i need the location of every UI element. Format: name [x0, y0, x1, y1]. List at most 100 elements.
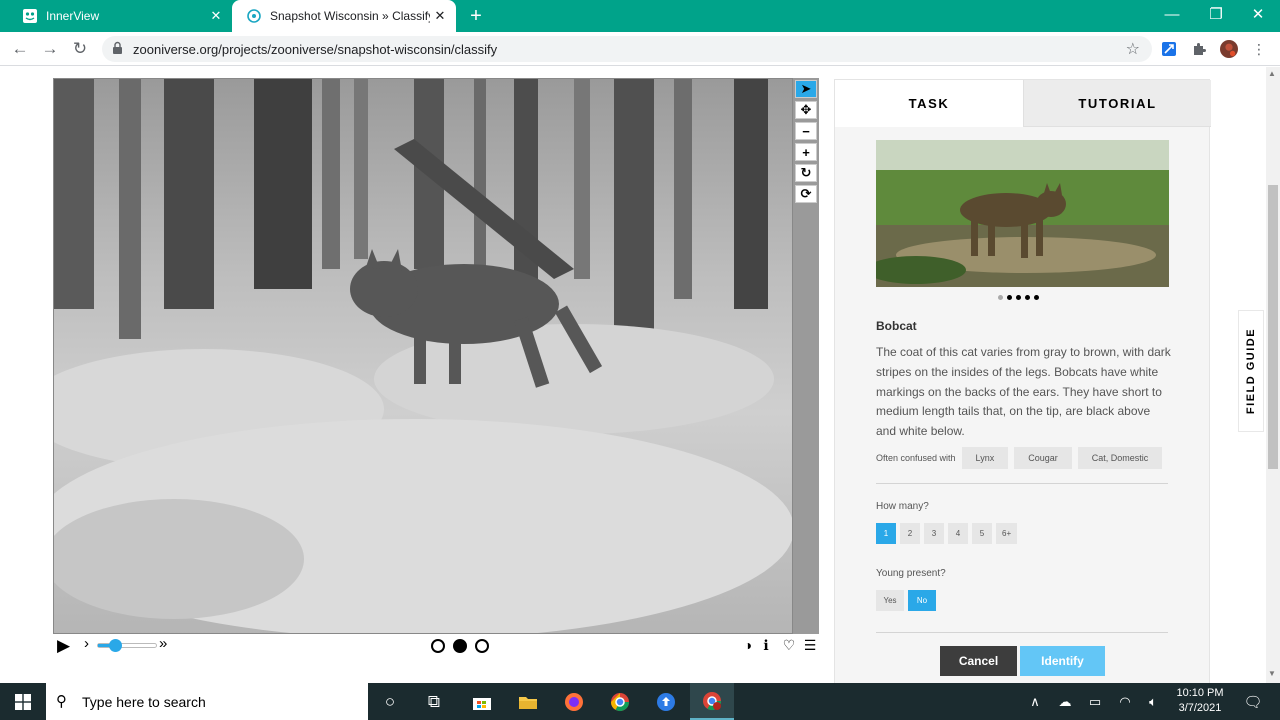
playback-speed-slider[interactable] [97, 639, 157, 652]
battery-icon[interactable]: ▭ [1082, 683, 1108, 720]
tab-tutorial[interactable]: TUTORIAL [1023, 80, 1211, 127]
animal-description: The coat of this cat varies from gray to… [876, 345, 1171, 439]
close-tab-icon[interactable]: ✕ [206, 6, 226, 26]
gallery-dot-4[interactable] [1025, 295, 1030, 300]
young-present-label: Young present? [876, 568, 946, 579]
slider-knob[interactable] [109, 639, 123, 652]
close-tab-icon[interactable]: ✕ [430, 6, 450, 26]
scroll-down-icon[interactable]: ▼ [1268, 669, 1276, 678]
young-no-option[interactable]: No [908, 590, 936, 611]
gallery-dots [998, 295, 1039, 303]
cancel-button[interactable]: Cancel [940, 646, 1017, 676]
collections-list-icon[interactable]: ☰ [801, 637, 819, 654]
forward-arrow-icon[interactable]: → [38, 37, 62, 61]
page-scrollbar[interactable]: ▲ ▼ [1266, 67, 1280, 683]
volume-icon[interactable]: 🔈︎ [1140, 683, 1166, 720]
image-toolbar: ➤ ✥ − + ↻ ⟳ [793, 78, 819, 634]
zoom-out-icon[interactable]: − [795, 122, 817, 140]
onedrive-cloud-icon[interactable]: ☁ [1052, 683, 1078, 720]
how-many-option-6plus[interactable]: 6+ [996, 523, 1018, 544]
identify-button[interactable]: Identify [1020, 646, 1105, 676]
windows-start-icon[interactable] [0, 683, 46, 720]
how-many-option-2[interactable]: 2 [900, 523, 920, 544]
favorite-heart-icon[interactable]: ♡ [780, 637, 798, 654]
gallery-dot-3[interactable] [1016, 295, 1021, 300]
task-view-icon[interactable]: ⧉ [412, 683, 456, 720]
playback-controls: ▶ › » ◑ ℹ ♡ ☰ [53, 634, 823, 656]
bookmark-star-icon[interactable]: ☆ [1126, 39, 1140, 59]
extensions-puzzle-icon[interactable] [1190, 40, 1208, 58]
how-many-choices: 1 2 3 4 5 6+ [876, 523, 1018, 544]
gallery-dot-2[interactable] [1007, 295, 1012, 300]
subject-image[interactable] [53, 78, 793, 634]
show-hidden-icons-chevron-icon[interactable]: ∧ [1022, 683, 1048, 720]
animal-name: Bobcat [876, 319, 917, 333]
zoom-in-icon[interactable]: + [795, 143, 817, 161]
taskbar-clock[interactable]: 10:10 PM 3/7/2021 [1170, 686, 1230, 716]
young-present-choices: Yes No [876, 590, 936, 611]
confused-lynx-button[interactable]: Lynx [961, 447, 1009, 469]
notifications-icon[interactable]: 🗨︎ [1238, 683, 1268, 720]
confused-cougar-button[interactable]: Cougar [1014, 447, 1072, 469]
divider [876, 483, 1168, 484]
gallery-dot-1[interactable] [998, 295, 1003, 300]
slow-speed-icon[interactable]: › [84, 635, 89, 652]
play-icon[interactable]: ▶ [57, 636, 70, 656]
minimize-window-icon[interactable]: — [1150, 0, 1194, 28]
page-content: ➤ ✥ − + ↻ ⟳ ▶ › » ◑ ℹ ♡ ☰ TASK TUTORIAL [0, 67, 1280, 683]
reload-icon[interactable]: ↻ [68, 37, 92, 61]
url-field[interactable]: zooniverse.org/projects/zooniverse/snaps… [102, 36, 1152, 62]
windows-taskbar: ⚲ Type here to search ○ ⧉ ∧ ☁ ▭ ◠ 🔈︎ 10:… [0, 683, 1280, 720]
browser-tab-bar: InnerView ✕ Snapshot Wisconsin » Classif… [0, 0, 1280, 32]
frame-dot-3[interactable] [475, 639, 489, 653]
how-many-option-4[interactable]: 4 [948, 523, 968, 544]
cloud-upload-icon[interactable] [644, 683, 688, 720]
tab-snapshot-wisconsin[interactable]: Snapshot Wisconsin » Classify — ✕ [232, 0, 456, 32]
fast-speed-icon[interactable]: » [159, 635, 167, 652]
restore-window-icon[interactable]: ❐ [1194, 0, 1238, 28]
field-guide-button[interactable]: FIELD GUIDE [1238, 310, 1264, 432]
cortana-icon[interactable]: ○ [368, 683, 412, 720]
browser-menu-icon[interactable]: ⋮ [1250, 40, 1268, 58]
search-icon: ⚲ [56, 693, 67, 710]
tab-task[interactable]: TASK [835, 80, 1023, 127]
panel-tabs: TASK TUTORIAL [835, 80, 1211, 127]
clock-date: 3/7/2021 [1178, 702, 1222, 714]
how-many-option-1[interactable]: 1 [876, 523, 896, 544]
file-explorer-icon[interactable] [506, 683, 550, 720]
invert-contrast-icon[interactable]: ◑ [739, 637, 757, 653]
gallery-dot-5[interactable] [1034, 295, 1039, 300]
clock-time: 10:10 PM [1176, 687, 1224, 699]
scrollbar-thumb[interactable] [1268, 185, 1278, 469]
new-tab-button[interactable]: + [466, 6, 486, 26]
how-many-option-5[interactable]: 5 [972, 523, 992, 544]
chrome-icon[interactable] [598, 683, 642, 720]
young-yes-option[interactable]: Yes [876, 590, 904, 611]
taskbar-search-box[interactable]: ⚲ Type here to search [46, 683, 368, 720]
how-many-label: How many? [876, 501, 929, 512]
back-arrow-icon[interactable]: ← [8, 37, 32, 61]
profile-avatar[interactable] [1220, 40, 1238, 58]
wifi-icon[interactable]: ◠ [1112, 683, 1138, 720]
trail-camera-photo [54, 79, 792, 633]
info-icon[interactable]: ℹ [757, 637, 775, 654]
scroll-up-icon[interactable]: ▲ [1268, 69, 1276, 78]
confused-with-row: Often confused with Lynx Cougar Cat, Dom… [876, 447, 1163, 469]
pointer-icon[interactable]: ➤ [795, 80, 817, 98]
store-icon[interactable] [460, 683, 504, 720]
zooniverse-favicon-icon [246, 8, 262, 24]
chrome-active-window-icon[interactable] [690, 683, 734, 720]
close-window-icon[interactable]: ✕ [1236, 0, 1280, 28]
confused-domestic-cat-button[interactable]: Cat, Domestic [1077, 447, 1163, 469]
reset-icon[interactable]: ⟳ [795, 185, 817, 203]
how-many-option-3[interactable]: 3 [924, 523, 944, 544]
frame-dot-2[interactable] [453, 639, 467, 653]
frame-dot-1[interactable] [431, 639, 445, 653]
tab-innerview[interactable]: InnerView ✕ [8, 0, 232, 32]
firefox-icon[interactable] [552, 683, 596, 720]
move-icon[interactable]: ✥ [795, 101, 817, 119]
lock-icon [112, 41, 126, 57]
rotate-icon[interactable]: ↻ [795, 164, 817, 182]
address-bar: ← → ↻ zooniverse.org/projects/zooniverse… [0, 32, 1280, 66]
extension-app-icon[interactable] [1160, 40, 1178, 58]
